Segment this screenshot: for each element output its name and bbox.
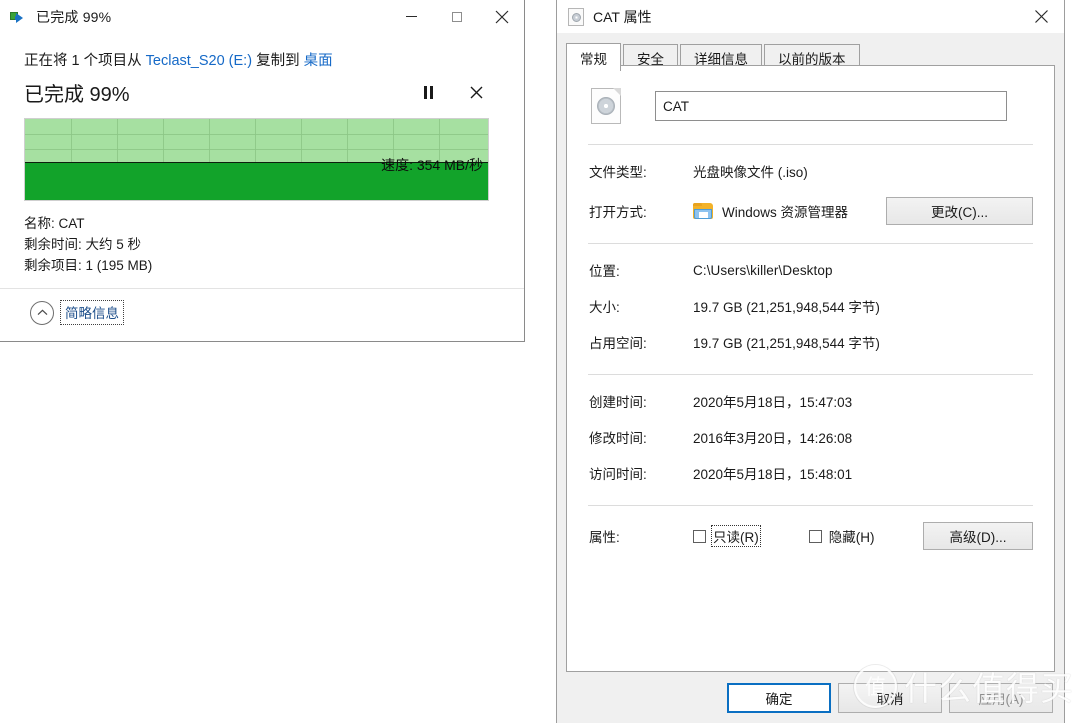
file-name-input[interactable]: CAT bbox=[655, 91, 1007, 121]
attributes-row: 属性: 只读(R) 隐藏(H) 高级(D)... bbox=[585, 522, 1036, 550]
copy-actions bbox=[418, 82, 500, 104]
window-controls bbox=[389, 0, 524, 33]
copy-details: 名称: CAT 剩余时间: 大约 5 秒 剩余项目: 1 (195 MB) bbox=[24, 213, 500, 276]
divider-3 bbox=[588, 374, 1033, 375]
change-button[interactable]: 更改(C)... bbox=[886, 197, 1033, 225]
maximize-button[interactable] bbox=[434, 0, 479, 33]
copy-footer-divider bbox=[0, 288, 524, 289]
divider-4 bbox=[588, 505, 1033, 506]
file-type-row: 文件类型: 光盘映像文件 (.iso) bbox=[585, 161, 1036, 181]
properties-footer: 确定 取消 应用(A) bbox=[557, 673, 1064, 723]
location-label: 位置: bbox=[589, 264, 620, 279]
pause-icon bbox=[423, 86, 433, 99]
close-button[interactable] bbox=[479, 0, 524, 33]
properties-window: CAT 属性 常规 安全 详细信息 以前的版本 CAT 文件类型: 光盘映像文件… bbox=[556, 0, 1065, 723]
ok-button[interactable]: 确定 bbox=[727, 683, 831, 713]
disc-image-icon bbox=[591, 88, 621, 124]
copy-progress-header: 已完成 99% bbox=[24, 78, 500, 107]
open-with-value: Windows 资源管理器 bbox=[722, 205, 849, 220]
cancel-button[interactable]: 取消 bbox=[838, 683, 942, 713]
file-name-value: CAT bbox=[663, 98, 689, 114]
attributes-label: 属性: bbox=[589, 530, 620, 545]
apply-button-label: 应用(A) bbox=[978, 692, 1024, 707]
chevron-up-icon bbox=[30, 300, 54, 325]
modified-row: 修改时间: 2016年3月20日，14:26:08 bbox=[585, 427, 1036, 447]
modified-label: 修改时间: bbox=[589, 431, 647, 446]
copy-desc-middle: 复制到 bbox=[252, 53, 304, 69]
divider-1 bbox=[588, 144, 1033, 145]
open-with-label: 打开方式: bbox=[589, 205, 647, 220]
properties-window-title: CAT 属性 bbox=[593, 8, 652, 25]
copy-source-link[interactable]: Teclast_S20 (E:) bbox=[146, 53, 252, 69]
accessed-row: 访问时间: 2020年5月18日，15:48:01 bbox=[585, 463, 1036, 483]
file-name-row: CAT bbox=[585, 82, 1036, 130]
size-on-disk-value: 19.7 GB (21,251,948,544 字节) bbox=[693, 336, 880, 351]
hidden-label: 隐藏(H) bbox=[828, 530, 875, 545]
location-value: C:\Users\killer\Desktop bbox=[693, 262, 833, 278]
change-button-label: 更改(C)... bbox=[931, 205, 988, 220]
general-tab-panel: CAT 文件类型: 光盘映像文件 (.iso) 打开方式: Windows 资源… bbox=[566, 65, 1055, 672]
advanced-button-label: 高级(D)... bbox=[949, 530, 1007, 545]
size-on-disk-row: 占用空间: 19.7 GB (21,251,948,544 字节) bbox=[585, 332, 1036, 352]
checkbox-icon bbox=[693, 529, 706, 543]
size-value: 19.7 GB (21,251,948,544 字节) bbox=[693, 300, 880, 315]
properties-close-button[interactable] bbox=[1018, 0, 1064, 33]
copy-dest-link[interactable]: 桌面 bbox=[304, 53, 333, 69]
cancel-copy-button[interactable] bbox=[466, 82, 486, 104]
tab-general-label: 常规 bbox=[580, 51, 607, 67]
file-type-label: 文件类型: bbox=[589, 165, 647, 180]
advanced-button[interactable]: 高级(D)... bbox=[923, 522, 1033, 550]
size-label: 大小: bbox=[589, 300, 620, 315]
screen: 已完成 99% 正在将 1 个项目从 Teclast_S20 (E:) 复制到 … bbox=[0, 0, 1080, 723]
maximize-icon bbox=[451, 11, 462, 22]
copy-detail-time-remaining: 剩余时间: 大约 5 秒 bbox=[24, 237, 142, 252]
cancel-icon bbox=[470, 86, 482, 99]
accessed-label: 访问时间: bbox=[589, 467, 647, 482]
created-value: 2020年5月18日，15:47:03 bbox=[693, 395, 853, 410]
transfer-speed-label: 速度: 354 MB/秒 bbox=[381, 157, 483, 173]
created-row: 创建时间: 2020年5月18日，15:47:03 bbox=[585, 391, 1036, 411]
copy-description: 正在将 1 个项目从 Teclast_S20 (E:) 复制到 桌面 bbox=[24, 49, 500, 70]
ok-button-label: 确定 bbox=[765, 692, 793, 707]
minimize-icon bbox=[406, 16, 417, 17]
transfer-speed-graph: 速度: 354 MB/秒 bbox=[24, 118, 489, 201]
close-icon bbox=[495, 10, 508, 23]
copy-progress-window: 已完成 99% 正在将 1 个项目从 Teclast_S20 (E:) 复制到 … bbox=[0, 0, 525, 342]
open-with-value-wrap: Windows 资源管理器 bbox=[693, 201, 886, 221]
close-icon bbox=[1034, 10, 1048, 23]
copy-titlebar: 已完成 99% bbox=[0, 0, 524, 33]
readonly-checkbox[interactable]: 只读(R) bbox=[693, 525, 761, 547]
tab-general[interactable]: 常规 bbox=[566, 43, 621, 71]
file-type-value: 光盘映像文件 (.iso) bbox=[693, 165, 808, 180]
pause-button[interactable] bbox=[418, 82, 438, 104]
copy-desc-prefix: 正在将 1 个项目从 bbox=[24, 53, 146, 69]
folder-icon bbox=[693, 202, 713, 220]
accessed-value: 2020年5月18日，15:48:01 bbox=[693, 467, 853, 482]
location-row: 位置: C:\Users\killer\Desktop bbox=[585, 260, 1036, 280]
properties-titlebar: CAT 属性 bbox=[557, 0, 1064, 33]
open-with-row: 打开方式: Windows 资源管理器 更改(C)... bbox=[585, 197, 1036, 225]
copy-percent-text: 已完成 99% bbox=[24, 84, 130, 106]
cancel-button-label: 取消 bbox=[876, 692, 904, 707]
modified-value: 2016年3月20日，14:26:08 bbox=[693, 431, 853, 446]
apply-button[interactable]: 应用(A) bbox=[949, 683, 1053, 713]
copy-body: 正在将 1 个项目从 Teclast_S20 (E:) 复制到 桌面 已完成 9… bbox=[0, 49, 524, 276]
size-row: 大小: 19.7 GB (21,251,948,544 字节) bbox=[585, 296, 1036, 316]
readonly-label: 只读(R) bbox=[711, 525, 761, 547]
minimize-button[interactable] bbox=[389, 0, 434, 33]
less-info-label: 简略信息 bbox=[60, 300, 124, 325]
created-label: 创建时间: bbox=[589, 395, 647, 410]
copy-window-title: 已完成 99% bbox=[36, 8, 112, 25]
divider-2 bbox=[588, 243, 1033, 244]
copy-detail-items-remaining: 剩余项目: 1 (195 MB) bbox=[24, 258, 153, 273]
size-on-disk-label: 占用空间: bbox=[589, 336, 647, 351]
hidden-checkbox[interactable]: 隐藏(H) bbox=[808, 525, 877, 547]
less-info-button[interactable]: 简略信息 bbox=[30, 300, 124, 325]
copy-detail-name: 名称: CAT bbox=[24, 216, 85, 231]
copy-icon bbox=[10, 9, 28, 25]
checkbox-icon bbox=[808, 529, 822, 543]
iso-file-icon bbox=[568, 7, 584, 26]
